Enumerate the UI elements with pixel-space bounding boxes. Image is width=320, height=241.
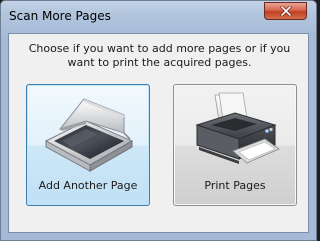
- print-pages-button[interactable]: Print Pages: [173, 84, 297, 206]
- scan-more-pages-window: Scan More Pages Choose if you want to ad…: [0, 0, 317, 241]
- flatbed-scanner-icon: [44, 98, 134, 172]
- add-another-page-button[interactable]: Add Another Page: [26, 84, 150, 206]
- inkjet-printer-icon: [195, 92, 280, 164]
- add-another-page-label: Add Another Page: [38, 179, 138, 192]
- title-bar[interactable]: Scan More Pages: [1, 1, 316, 33]
- dialog-body: Choose if you want to add more pages or …: [8, 33, 309, 233]
- close-button[interactable]: [264, 2, 307, 20]
- window-title: Scan More Pages: [9, 9, 111, 23]
- print-pages-label: Print Pages: [204, 179, 266, 192]
- instructions-text: Choose if you want to add more pages or …: [28, 42, 291, 69]
- close-icon: [280, 6, 291, 16]
